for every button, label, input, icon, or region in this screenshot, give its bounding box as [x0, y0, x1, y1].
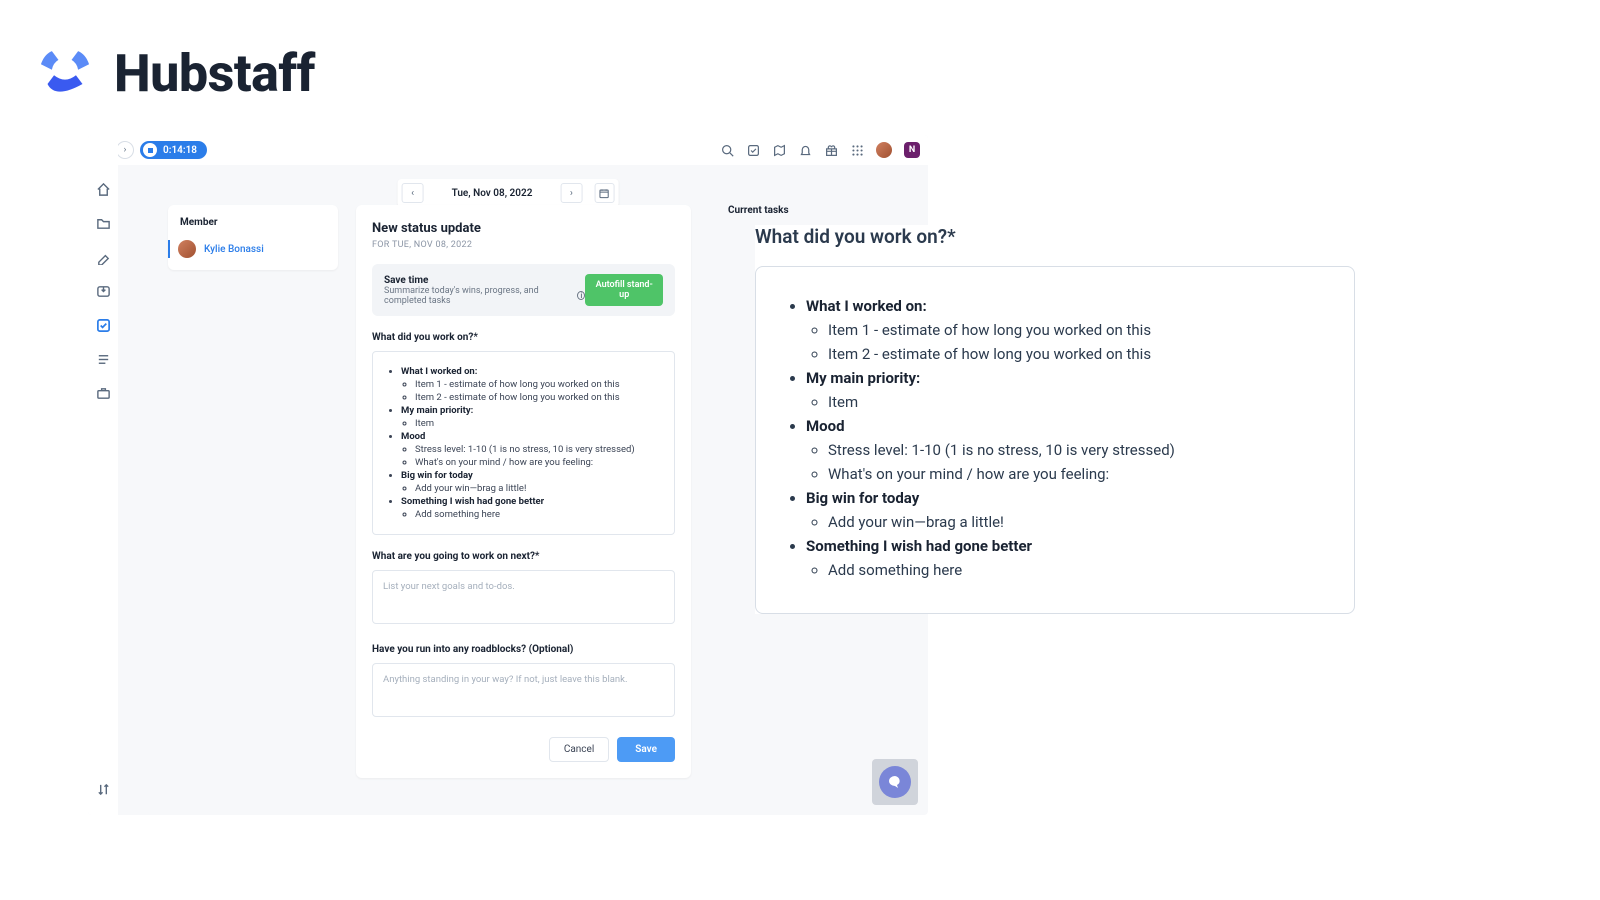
section-worked-on: What I worked on: [401, 366, 477, 377]
list-item: Stress level: 1-10 (1 is no stress, 10 i… [828, 441, 1326, 459]
question-worked-on: What did you work on?* [372, 332, 675, 343]
list-item: Add your win—brag a little! [415, 483, 660, 494]
left-rail [88, 135, 118, 815]
autofill-button[interactable]: Autofill stand-up [585, 274, 663, 306]
list-item: Item [415, 418, 660, 429]
list-item: Item 2 - estimate of how long you worked… [828, 345, 1326, 363]
stop-icon[interactable] [143, 143, 157, 157]
timer-value: 0:14:18 [163, 145, 197, 156]
panel-title: New status update [372, 221, 675, 236]
member-row[interactable]: Kylie Bonassi [168, 240, 326, 258]
checkbox-icon[interactable] [746, 143, 760, 157]
worked-on-content[interactable]: What I worked on: Item 1 - estimate of h… [372, 351, 675, 535]
work-next-input[interactable] [372, 570, 675, 624]
zoom-section-gone-better: Something I wish had gone better [806, 537, 1032, 555]
write-icon[interactable] [95, 249, 111, 265]
list-item: Add your win—brag a little! [828, 513, 1326, 531]
gift-icon[interactable] [824, 143, 838, 157]
member-name: Kylie Bonassi [204, 244, 264, 255]
top-bar: › 0:14:18 N [88, 135, 928, 165]
member-card-title: Member [180, 217, 326, 228]
hubstaff-logo-icon [30, 38, 100, 108]
autofill-subtitle: Summarize today's wins, progress, and co… [384, 286, 574, 306]
cancel-button[interactable]: Cancel [549, 737, 609, 762]
question-roadblocks: Have you run into any roadblocks? (Optio… [372, 644, 675, 655]
list-item: Item 1 - estimate of how long you worked… [415, 379, 660, 390]
member-avatar [178, 240, 196, 258]
chat-icon [879, 766, 911, 798]
map-icon[interactable] [772, 143, 786, 157]
list-item: Item [828, 393, 1326, 411]
user-avatar[interactable] [876, 142, 892, 158]
question-work-next: What are you going to work on next?* [372, 551, 675, 562]
status-update-panel: New status update FOR TUE, NOV 08, 2022 … [356, 205, 691, 778]
save-button[interactable]: Save [617, 737, 675, 762]
zoom-section-big-win: Big win for today [806, 489, 919, 507]
list-item: Item 2 - estimate of how long you worked… [415, 392, 660, 403]
briefcase-icon[interactable] [95, 385, 111, 401]
zoom-section-priority: My main priority: [806, 369, 920, 387]
panel-date: FOR TUE, NOV 08, 2022 [372, 240, 675, 250]
nav-forward-icon[interactable]: › [116, 141, 134, 159]
next-day-button[interactable]: › [560, 183, 582, 203]
info-icon[interactable]: i [577, 291, 585, 300]
zoom-detail-panel: What did you work on?* What I worked on:… [755, 225, 1355, 614]
list-icon[interactable] [95, 351, 111, 367]
date-navigator: ‹ Tue, Nov 08, 2022 › [398, 179, 619, 207]
zoom-section-worked-on: What I worked on: [806, 297, 927, 315]
standup-icon[interactable] [95, 317, 111, 333]
section-priority: My main priority: [401, 405, 473, 416]
chat-widget[interactable] [872, 759, 918, 805]
section-mood: Mood [401, 431, 425, 442]
inbox-icon[interactable] [95, 283, 111, 299]
list-item: Add something here [415, 509, 660, 520]
folder-icon[interactable] [95, 215, 111, 231]
list-item: What's on your mind / how are you feelin… [415, 457, 660, 468]
autofill-title: Save time [384, 275, 585, 286]
brand-name: Hubstaff [114, 43, 315, 104]
zoom-section-mood: Mood [806, 417, 845, 435]
member-card: Member Kylie Bonassi [168, 205, 338, 270]
section-gone-better: Something I wish had gone better [401, 496, 544, 507]
sort-icon[interactable] [95, 781, 111, 797]
prev-day-button[interactable]: ‹ [402, 183, 424, 203]
list-item: What's on your mind / how are you feelin… [828, 465, 1326, 483]
autofill-banner: Save time Summarize today's wins, progre… [372, 264, 675, 316]
zoom-content-box: What I worked on: Item 1 - estimate of h… [755, 266, 1355, 614]
apps-grid-icon[interactable] [850, 143, 864, 157]
bell-icon[interactable] [798, 143, 812, 157]
list-item: Add something here [828, 561, 1326, 579]
list-item: Stress level: 1-10 (1 is no stress, 10 i… [415, 444, 660, 455]
roadblocks-input[interactable] [372, 663, 675, 717]
workspace-badge[interactable]: N [904, 142, 920, 158]
search-icon[interactable] [720, 143, 734, 157]
calendar-icon[interactable] [594, 183, 614, 203]
current-date: Tue, Nov 08, 2022 [432, 188, 553, 199]
zoom-question: What did you work on?* [755, 225, 1355, 248]
current-tasks-label: Current tasks [728, 205, 789, 216]
list-item: Item 1 - estimate of how long you worked… [828, 321, 1326, 339]
timer-pill[interactable]: 0:14:18 [140, 141, 207, 159]
home-icon[interactable] [95, 181, 111, 197]
section-big-win: Big win for today [401, 470, 473, 481]
